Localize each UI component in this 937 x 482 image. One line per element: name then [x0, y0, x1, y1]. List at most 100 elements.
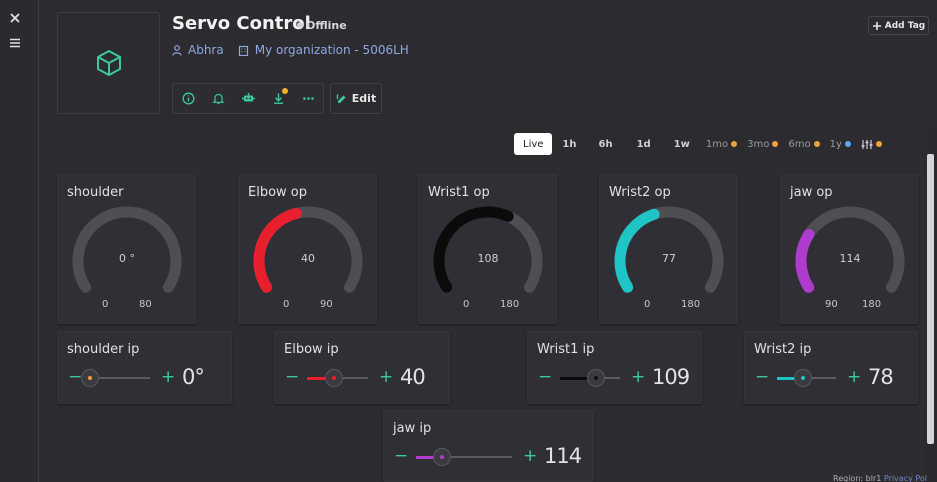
bell-icon — [211, 93, 225, 105]
decrement-button[interactable]: − — [538, 369, 552, 386]
edit-button[interactable]: Edit — [330, 83, 382, 114]
time-range-label: 1h — [562, 138, 577, 150]
slider-widget-wrist1-ip: Wrist1 ip − +109 — [527, 331, 702, 404]
gauge-widget-elbow-op: Elbow op 40 0 90 — [238, 174, 377, 324]
gauge-arc — [253, 206, 363, 293]
gauge-max: 180 — [681, 299, 701, 310]
gauge-min: 0 — [102, 299, 109, 310]
decrement-button[interactable]: − — [285, 369, 299, 386]
gauge-widget-jaw-op: jaw op 114 90 180 — [780, 174, 918, 324]
info-icon — [182, 92, 194, 105]
organization-link[interactable]: My organization - 5006LH — [238, 43, 409, 57]
slider-value: 114 — [544, 444, 582, 468]
time-range-1h[interactable]: 1h — [552, 133, 586, 155]
status-dot — [297, 22, 303, 28]
widget-title: Wrist2 ip — [754, 342, 812, 357]
slider-handle[interactable] — [81, 369, 99, 387]
gauge-widget-shoulder: shoulder 0 ° 0 80 — [57, 174, 196, 324]
time-range-label: 3mo — [747, 138, 770, 150]
gauge-widget-wrist1-op: Wrist1 op 108 0 180 — [418, 174, 557, 324]
slider-value: 109 — [652, 365, 690, 389]
slider-widget-shoulder-ip: shoulder ip − +0° — [57, 331, 232, 404]
scrollbar-thumb[interactable] — [927, 154, 934, 444]
gauge-value: 0 ° — [119, 252, 135, 265]
more-button[interactable] — [293, 84, 323, 113]
add-tag-label: Add Tag — [884, 20, 926, 31]
time-range-live[interactable]: Live — [514, 133, 553, 155]
notifications-button[interactable] — [203, 84, 233, 113]
gauge-arc — [614, 206, 724, 293]
footer-region: Region: blr1 — [833, 474, 882, 482]
slider-handle[interactable] — [325, 369, 344, 387]
time-range-label: Live — [523, 138, 544, 150]
device-image — [57, 12, 160, 114]
close-icon[interactable] — [8, 11, 22, 25]
info-button[interactable] — [173, 84, 203, 113]
gauge-max: 180 — [862, 299, 882, 310]
time-range-3mo[interactable]: 3mo — [742, 133, 783, 155]
status-badge: Offline — [297, 19, 347, 32]
time-range-1mo[interactable]: 1mo — [701, 133, 742, 155]
slider-handle[interactable] — [793, 369, 812, 387]
slider-widget-wrist2-ip: Wrist2 ip − +78 — [744, 331, 918, 404]
slider-widget-jaw-ip: jaw ip − +114 — [383, 410, 594, 482]
slider-value: 40 — [400, 365, 426, 389]
time-range-1w[interactable]: 1w — [663, 133, 701, 155]
download-button[interactable] — [263, 84, 293, 113]
edit-dashboard-icon — [336, 94, 346, 103]
info-dot — [844, 141, 851, 147]
time-range-selector: Live 1h 6h 1d 1w 1mo 3mo 6mo 1y — [514, 133, 887, 155]
add-tag-button[interactable]: Add Tag — [868, 16, 929, 35]
owner-link[interactable]: Abhra — [172, 43, 224, 57]
robot-icon — [241, 93, 255, 102]
automation-button[interactable] — [233, 84, 263, 113]
increment-button[interactable]: + — [631, 369, 645, 386]
time-range-label: 1w — [673, 138, 690, 150]
plus-icon — [872, 21, 881, 30]
time-range-6h[interactable]: 6h — [587, 133, 625, 155]
slider-handle[interactable] — [432, 448, 451, 466]
gauge-min: 0 — [283, 299, 290, 310]
slider-widget-elbow-ip: Elbow ip − +40 — [274, 331, 450, 404]
gauge-max: 80 — [139, 299, 152, 310]
gauge-value: 77 — [662, 252, 676, 265]
premium-dot — [813, 141, 820, 147]
slider-handle[interactable] — [587, 369, 606, 387]
user-icon — [172, 44, 182, 56]
gauge-track — [795, 206, 905, 293]
widget-title: Wrist1 ip — [537, 342, 595, 357]
scrollbar[interactable] — [924, 130, 937, 482]
gauge-arc — [72, 206, 182, 293]
premium-dot — [731, 141, 738, 147]
sliders-icon — [861, 139, 873, 149]
status-text: Offline — [306, 19, 347, 32]
increment-button[interactable]: + — [847, 369, 861, 386]
slider-track[interactable] — [90, 377, 150, 379]
increment-button[interactable]: + — [379, 369, 393, 386]
time-range-1y[interactable]: 1y — [825, 133, 856, 155]
decrement-button[interactable]: − — [755, 369, 769, 386]
time-range-custom[interactable] — [856, 133, 887, 155]
decrement-button[interactable]: − — [394, 448, 408, 465]
increment-button[interactable]: + — [161, 369, 175, 386]
gauge-arc — [795, 206, 905, 293]
gauge-fill — [253, 207, 302, 293]
gauge-value: 108 — [477, 252, 499, 265]
increment-button[interactable]: + — [523, 448, 537, 465]
privacy-link[interactable]: Privacy Pol — [884, 474, 927, 482]
device-toolbar — [172, 83, 324, 114]
time-range-label: 1d — [636, 138, 651, 150]
hamburger-icon[interactable] — [8, 36, 22, 50]
gauge-track — [72, 206, 182, 293]
gauge-value: 114 — [839, 252, 861, 265]
owner-name: Abhra — [188, 43, 224, 57]
time-range-1d[interactable]: 1d — [625, 133, 663, 155]
cube-icon — [96, 50, 121, 76]
gauge-arc — [433, 206, 543, 293]
gauge-max: 180 — [500, 299, 520, 310]
left-sidebar — [0, 0, 39, 482]
device-title: Servo Control — [172, 13, 311, 34]
time-range-label: 1mo — [705, 138, 729, 150]
time-range-6mo[interactable]: 6mo — [783, 133, 824, 155]
time-range-label: 6mo — [788, 138, 811, 150]
